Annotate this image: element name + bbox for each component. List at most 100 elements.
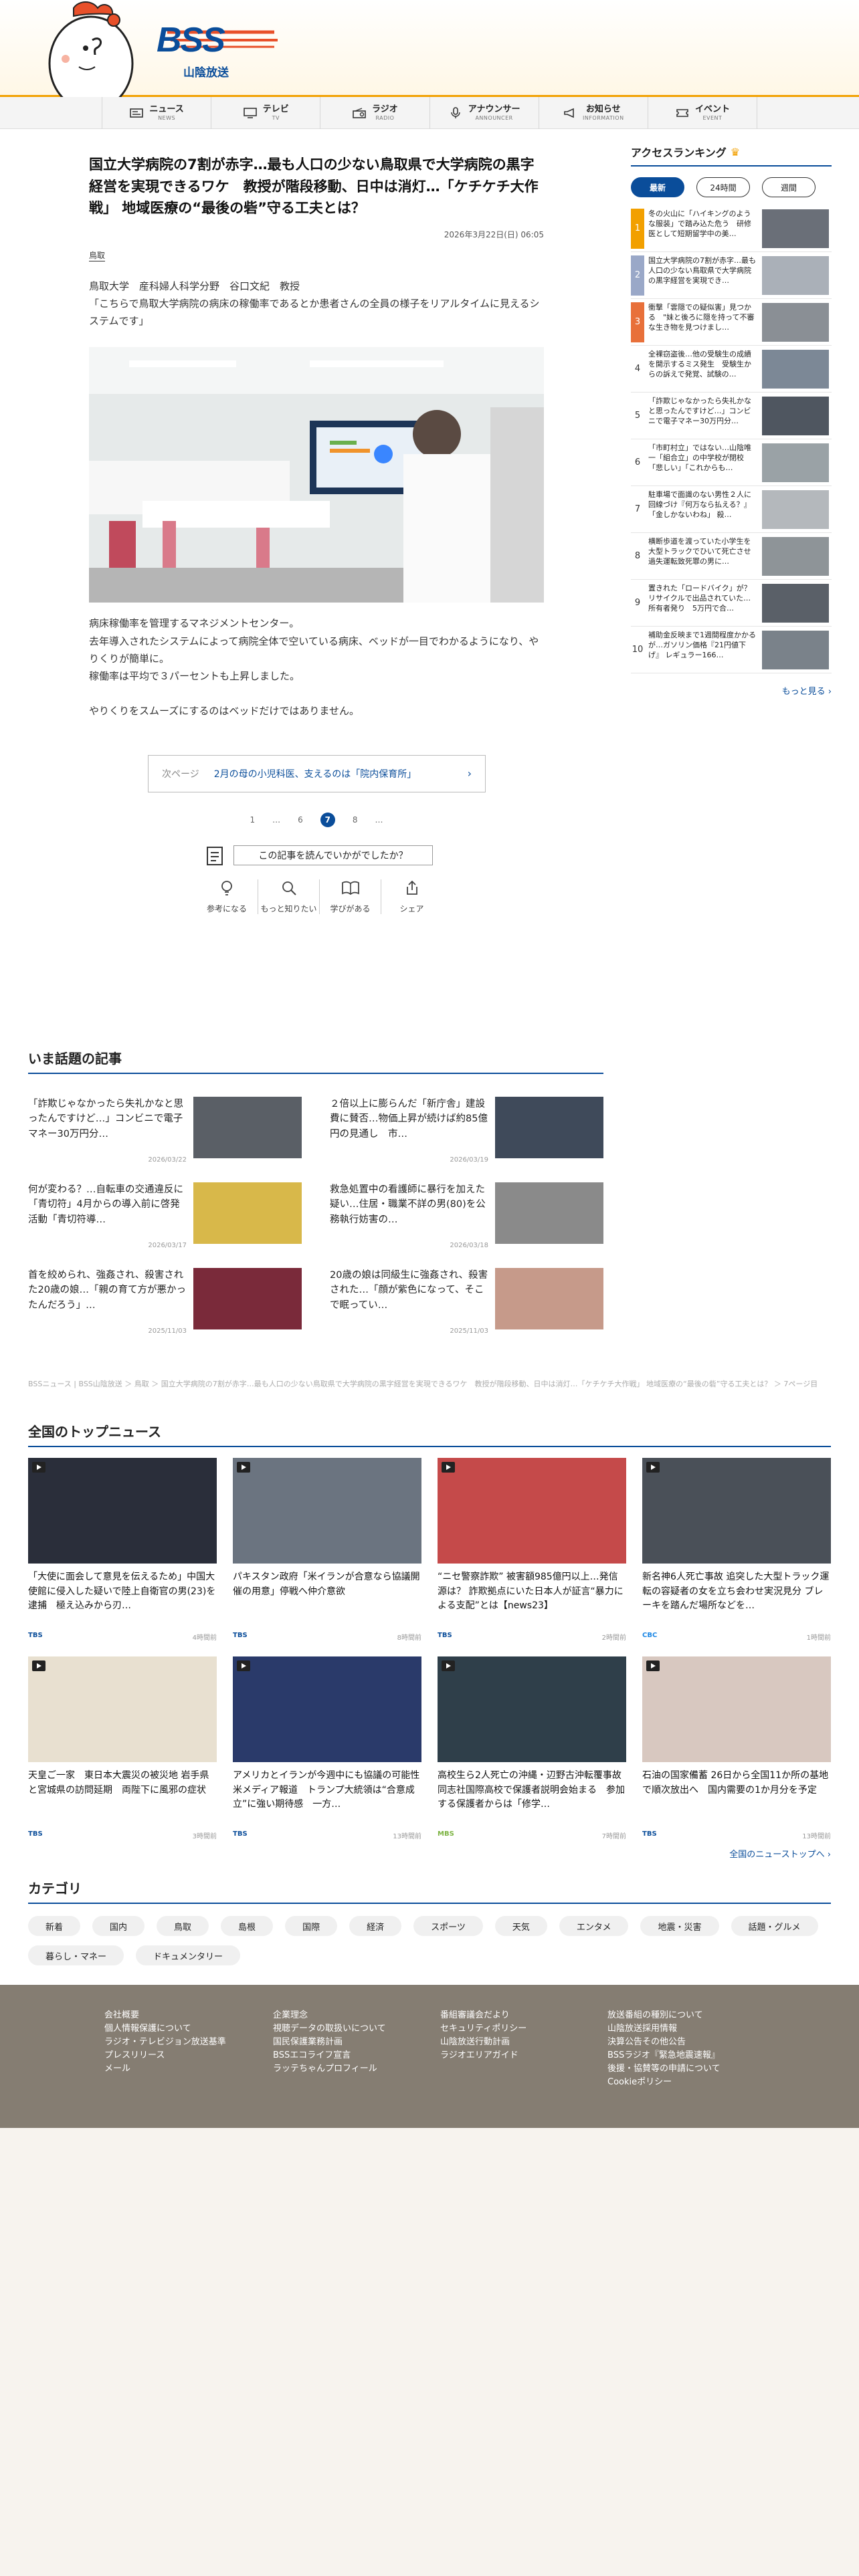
- category-chip[interactable]: 島根: [221, 1916, 274, 1936]
- category-chip[interactable]: スポーツ: [413, 1916, 483, 1936]
- nav-item-radio[interactable]: ラジオ RADIO: [320, 97, 429, 129]
- footer-link[interactable]: 企業理念: [273, 2009, 386, 2022]
- ranking-item[interactable]: 7 駐車場で面識のない男性２人に回線づけ『何万なら払える？』「金しかないわね」 殺…: [631, 486, 832, 533]
- ranking-item[interactable]: 1 冬の火山に「ハイキングのような服装」で踏み込た危う 研修医として短期留学中の美…: [631, 205, 832, 252]
- chevron-right-icon: ›: [467, 767, 472, 780]
- reaction-button[interactable]: 学びがある: [319, 879, 381, 914]
- bss-logo[interactable]: BSS 山陰放送: [154, 20, 281, 80]
- footer-link[interactable]: 山陰放送採用情報: [607, 2022, 721, 2036]
- ranking-tabs: 最新 24時間 週間: [631, 177, 832, 197]
- top-news-card[interactable]: 石油の国家備蓄 26日から全国11か所の基地で順次放出へ 国内需要の1か月分を予…: [642, 1656, 831, 1840]
- more-label: 全国のニューストップへ: [729, 1850, 825, 1860]
- ranking-item[interactable]: 4 全裸窃盗後…他の受験生の成績を開示するミス発生 受験生からの訴えで発覚、試験の…: [631, 346, 832, 393]
- footer-link[interactable]: プレスリリース: [104, 2049, 226, 2062]
- ranking-tab[interactable]: 週間: [762, 177, 816, 197]
- next-page-label: 次ページ: [162, 768, 199, 780]
- reaction-button[interactable]: シェア: [381, 879, 442, 914]
- global-nav: ニュース NEWS テレビ TV ラジオ RADIO アナウンサー ANNOUNCER お知らせ…: [0, 97, 859, 129]
- ranking-item[interactable]: 5 「詐欺じゃなかったら失礼かなと思ったんですけど…」コンビニで電子マネー30万円…: [631, 393, 832, 439]
- footer-link[interactable]: メール: [104, 2062, 226, 2076]
- next-page-link[interactable]: 次ページ 2月の母の小児科医、支えるのは「院内保育所」 ›: [148, 754, 486, 792]
- top-news-card[interactable]: “ニセ警察詐欺” 被害額985億円以上…発信源は？ 詐欺拠点にいた日本人が証言“…: [438, 1458, 626, 1642]
- category-chip[interactable]: 国際: [285, 1916, 338, 1936]
- memo-icon: [207, 846, 223, 865]
- footer-link[interactable]: 放送番組の種別について: [607, 2009, 721, 2022]
- ranking-item[interactable]: 10 補助金反映まで1週間程度かかるが…ガソリン価格『21円値下げ』 レギュラー1…: [631, 627, 832, 673]
- ranking-text: 置きれた「ロードバイク」が？リサイクルで出品されていた…所有者発り 5万円で合…: [648, 583, 751, 613]
- category-chip[interactable]: 経済: [349, 1916, 402, 1936]
- footer-link[interactable]: 後援・協賛等の申請について: [607, 2062, 721, 2076]
- nav-item-announcer[interactable]: アナウンサー ANNOUNCER: [429, 97, 539, 129]
- nav-item-information[interactable]: お知らせ INFORMATION: [538, 97, 648, 129]
- ranking-item[interactable]: 3 衝撃「雲隠での疑似害」見つかる "妹と後ろに隠を持って不審な生き物を見つけまし…: [631, 299, 832, 346]
- article-date: 2026年3月22日(日) 06:05: [444, 229, 544, 239]
- top-news-card[interactable]: アメリカとイランが今週中にも協議の可能性 米メディア報道 トランプ大統領は“合意…: [233, 1656, 421, 1840]
- ranking-tab[interactable]: 最新: [631, 177, 684, 197]
- news-thumbnail: [642, 1656, 831, 1762]
- category-chip[interactable]: 天気: [494, 1916, 547, 1936]
- ranking-more-link[interactable]: もっと見る ›: [631, 684, 832, 697]
- category-chip[interactable]: 暮らし・マネー: [28, 1945, 124, 1965]
- top-news-more-link[interactable]: 全国のニューストップへ ›: [28, 1847, 831, 1860]
- ranking-item[interactable]: 2 国立大学病院の7割が赤字…最も人口の少ない鳥取県で大学病院の黒字経営を実現でき…: [631, 252, 832, 299]
- category-chip[interactable]: エンタメ: [559, 1916, 629, 1936]
- ranking-tab[interactable]: 24時間: [696, 177, 750, 197]
- page-current[interactable]: 7: [320, 812, 335, 827]
- category-chip[interactable]: 地震・災害: [640, 1916, 719, 1936]
- top-news-card[interactable]: 天皇ご一家 東日本大震災の被災地 岩手県と宮城県の訪問延期 両陛下に風邪の症状 T…: [28, 1656, 217, 1840]
- top-news-card[interactable]: 「大使に面会して意見を伝えるため」中国大使館に侵入した疑いで陸上自衛官の男(23…: [28, 1458, 217, 1642]
- trending-item[interactable]: 救急処置中の看護師に暴行を加えた疑い…住居・職業不詳の男(80)を公務執行妨害の…: [330, 1182, 603, 1249]
- ranking-item[interactable]: 6 「市町村立」ではない…山陰唯一「組合立」の中学校が閉校「悲しい」「これからも…: [631, 439, 832, 486]
- footer-link[interactable]: 視聴データの取扱いについて: [273, 2022, 386, 2036]
- trending-item[interactable]: 「詐欺じゃなかったら失礼かなと思ったんですけど…」コンビニで電子マネー30万円分…: [28, 1097, 302, 1164]
- footer-link[interactable]: BSSラジオ『緊急地震速報』: [607, 2049, 721, 2062]
- top-news-grid: 「大使に面会して意見を伝えるため」中国大使館に侵入した疑いで陸上自衛官の男(23…: [28, 1458, 831, 1840]
- ranking-thumbnail: [762, 349, 829, 389]
- ranking-item[interactable]: 8 横断歩道を渡っていた小学生を大型トラックでひいて死亡させ過失運転致死罪の男に…: [631, 533, 832, 580]
- top-news-card[interactable]: 高校生ら2人死亡の沖縄・辺野古沖転覆事故 同志社国際高校で保護者説明会始まる 参…: [438, 1656, 626, 1840]
- trending-thumbnail: [495, 1268, 603, 1329]
- footer-link[interactable]: 山陰放送行動計画: [440, 2036, 527, 2049]
- trending-item[interactable]: ２倍以上に膨らんだ「新庁舎」建設費に賛否…物価上昇が続けば約85億円の見通し 市…: [330, 1097, 603, 1164]
- footer-link[interactable]: ラジオ・テレビジョン放送基準: [104, 2036, 226, 2049]
- footer-link[interactable]: 国民保護業務計画: [273, 2036, 386, 2049]
- trending-item[interactable]: 首を絞められ、強姦され、殺害された20歳の娘…「親の育て方が悪かったんだろう」……: [28, 1268, 302, 1335]
- footer-link[interactable]: 決算公告その他公告: [607, 2036, 721, 2049]
- footer-link[interactable]: BSSエコライフ宣言: [273, 2049, 386, 2062]
- reaction-button[interactable]: 参考になる: [196, 879, 258, 914]
- reaction-button[interactable]: もっと知りたい: [258, 879, 319, 914]
- nav-item-tv[interactable]: テレビ TV: [211, 97, 320, 129]
- trending-thumbnail: [495, 1097, 603, 1158]
- mascot-icon[interactable]: [39, 0, 139, 97]
- ranking-item[interactable]: 9 置きれた「ロードバイク」が？リサイクルで出品されていた…所有者発り 5万円で合…: [631, 580, 832, 627]
- footer-link[interactable]: セキュリティポリシー: [440, 2022, 527, 2036]
- top-news-card[interactable]: 新名神6人死亡事故 追突した大型トラック運転の容疑者の女を立ち会わせ実況見分 ブ…: [642, 1458, 831, 1642]
- footer-link[interactable]: ラッテちゃんプロフィール: [273, 2062, 386, 2076]
- footer-link[interactable]: 個人情報保護について: [104, 2022, 226, 2036]
- reaction-label: シェア: [399, 903, 424, 914]
- reaction-label: 学びがある: [330, 903, 371, 914]
- top-news-card[interactable]: パキスタン政府「米イランが合意なら協議開催の用意」停戦へ仲介意欲 TBS 8時間前: [233, 1458, 421, 1642]
- trending-item[interactable]: 20歳の娘は同級生に強姦され、殺害された…「顔が紫色になって、そこで眠ってい… 2…: [330, 1268, 603, 1335]
- category-tag[interactable]: 鳥取: [89, 249, 106, 261]
- footer-link[interactable]: 番組審議会だより: [440, 2009, 527, 2022]
- nav-item-event[interactable]: イベント EVENT: [647, 97, 758, 129]
- category-chip[interactable]: 話題・グルメ: [731, 1916, 818, 1936]
- footer-link[interactable]: Cookieポリシー: [607, 2076, 721, 2089]
- page-link[interactable]: 8: [353, 815, 358, 825]
- category-chip[interactable]: 国内: [92, 1916, 145, 1936]
- footer-link[interactable]: 会社概要: [104, 2009, 226, 2022]
- page-link[interactable]: 1: [250, 815, 256, 825]
- footer-link[interactable]: ラジオエリアガイド: [440, 2049, 527, 2062]
- ranking-text: 「市町村立」ではない…山陰唯一「組合立」の中学校が閉校「悲しい」「これからも…: [648, 443, 751, 473]
- page-link[interactable]: 6: [298, 815, 303, 825]
- trending-date: 2025/11/03: [148, 1327, 187, 1335]
- news-source: TBS: [438, 1632, 452, 1639]
- trending-item[interactable]: 何が変わる？…自転車の交通違反に「青切符」4月からの導入前に啓発活動「青切符導……: [28, 1182, 302, 1249]
- category-chip[interactable]: 鳥取: [157, 1916, 209, 1936]
- ticket-icon: [675, 107, 690, 119]
- category-chip[interactable]: 新着: [28, 1916, 81, 1936]
- nav-item-news[interactable]: ニュース NEWS: [102, 97, 211, 129]
- news-source: TBS: [233, 1632, 248, 1639]
- category-chip[interactable]: ドキュメンタリー: [136, 1945, 241, 1965]
